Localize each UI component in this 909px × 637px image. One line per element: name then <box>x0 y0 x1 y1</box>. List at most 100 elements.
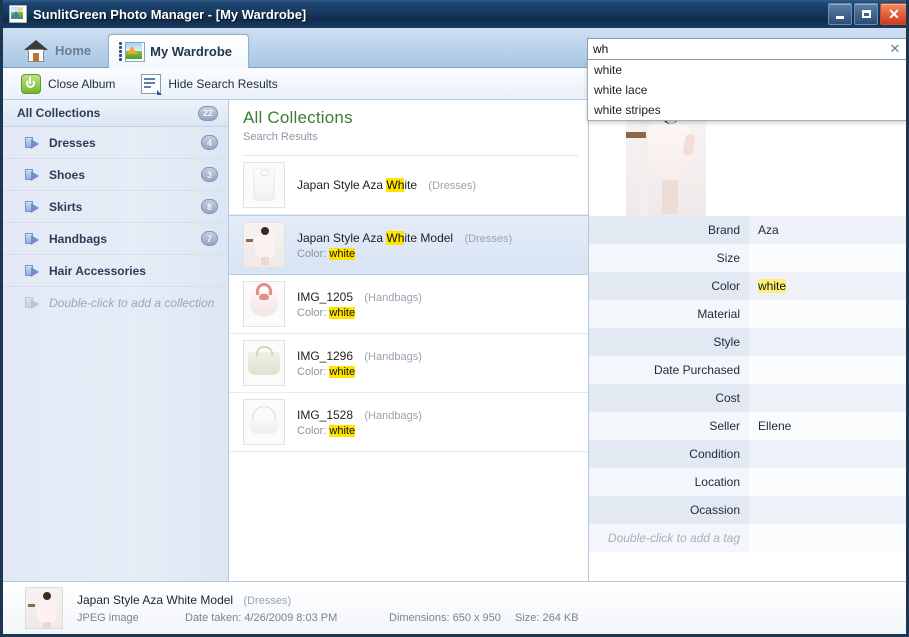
metadata-row-color[interactable]: Color white <box>589 272 906 300</box>
sidebar-item-count: 8 <box>201 199 218 214</box>
metadata-row-cost[interactable]: Cost <box>589 384 906 412</box>
close-button[interactable]: ✕ <box>880 3 906 25</box>
table-row[interactable]: Japan Style Aza White (Dresses) <box>229 156 588 215</box>
metadata-row-ocassion[interactable]: Ocassion <box>589 496 906 524</box>
close-album-label: Close Album <box>48 76 116 91</box>
table-row[interactable]: Japan Style Aza White Model (Dresses) Co… <box>229 215 588 275</box>
maximize-button[interactable] <box>854 3 878 25</box>
metadata-value[interactable]: Ellene <box>749 412 906 440</box>
status-size: Size: 264 KB <box>515 611 579 624</box>
sidebar-item-handbags[interactable]: Handbags 7 <box>3 223 228 255</box>
metadata-row-location[interactable]: Location <box>589 468 906 496</box>
hide-search-results-button[interactable]: Hide Search Results <box>141 73 278 95</box>
metadata-value[interactable] <box>749 328 906 356</box>
search-box[interactable]: ✕ <box>587 38 906 60</box>
add-tag-row[interactable]: Double-click to add a tag <box>589 524 906 552</box>
sidebar-item-label: Hair Accessories <box>49 263 146 278</box>
collection-icon <box>25 200 40 214</box>
table-row[interactable]: IMG_1205 (Handbags) Color: white <box>229 275 588 334</box>
power-icon <box>21 73 41 94</box>
metadata-value[interactable] <box>749 244 906 272</box>
result-name-post: ite Model <box>404 230 454 245</box>
add-collection-placeholder[interactable]: Double-click to add a collection <box>3 287 228 318</box>
results-header: All Collections Search Results <box>229 100 588 147</box>
metadata-row-style[interactable]: Style <box>589 328 906 356</box>
status-bar: Japan Style Aza White Model (Dresses) JP… <box>3 581 906 634</box>
sidebar-all-collections-count: 22 <box>197 105 218 121</box>
thumbnail <box>243 162 285 208</box>
metadata-row-material[interactable]: Material <box>589 300 906 328</box>
clear-search-icon[interactable]: ✕ <box>888 41 902 56</box>
status-thumbnail <box>25 587 63 629</box>
sidebar-item-hair-accessories[interactable]: Hair Accessories <box>3 255 228 287</box>
result-detail-label: Color: <box>297 365 330 378</box>
collection-icon <box>25 296 40 310</box>
collection-icon <box>25 264 40 278</box>
table-row[interactable]: IMG_1296 (Handbags) Color: white <box>229 334 588 393</box>
metadata-label: Ocassion <box>689 503 740 517</box>
sidebar-item-dresses[interactable]: Dresses 4 <box>3 127 228 159</box>
collections-sidebar: All Collections 22 Dresses 4 Shoes 3 Ski… <box>3 100 229 581</box>
tab-home-label: Home <box>55 43 92 58</box>
metadata-value[interactable] <box>749 440 906 468</box>
sidebar-item-label: Handbags <box>49 231 108 246</box>
result-detail-highlight: white <box>329 306 356 319</box>
search-input[interactable] <box>593 40 888 58</box>
metadata-label: Style <box>713 335 740 349</box>
metadata-value[interactable] <box>749 496 906 524</box>
result-category: (Handbags) <box>364 291 422 304</box>
status-name: Japan Style Aza White Model <box>77 592 234 607</box>
metadata-row-size[interactable]: Size <box>589 244 906 272</box>
list-icon <box>141 73 163 95</box>
close-album-button[interactable]: Close Album <box>21 73 116 94</box>
metadata-value[interactable]: Aza <box>749 216 906 244</box>
thumbnail <box>243 399 285 445</box>
home-icon <box>24 39 48 62</box>
metadata-label: Cost <box>715 391 740 405</box>
sidebar-item-all-collections[interactable]: All Collections 22 <box>3 100 228 127</box>
metadata-row-brand[interactable]: Brand Aza <box>589 216 906 244</box>
result-category: (Handbags) <box>364 409 422 422</box>
metadata-value[interactable] <box>749 468 906 496</box>
metadata-label: Brand <box>707 223 740 237</box>
metadata-label: Date Purchased <box>653 363 740 377</box>
metadata-row-seller[interactable]: Seller Ellene <box>589 412 906 440</box>
metadata-value[interactable] <box>749 356 906 384</box>
sidebar-item-count: 7 <box>201 231 218 246</box>
result-category: (Dresses) <box>464 232 513 245</box>
window-title: SunlitGreen Photo Manager - [My Wardrobe… <box>33 6 307 22</box>
search-results-panel: All Collections Search Results Japan Sty… <box>229 100 589 581</box>
metadata-label: Seller <box>709 419 740 433</box>
result-name-pre: Japan Style Aza <box>297 178 387 192</box>
tab-my-wardrobe[interactable]: My Wardrobe <box>108 34 249 68</box>
metadata-row-date-purchased[interactable]: Date Purchased <box>589 356 906 384</box>
suggestion-item[interactable]: white <box>588 60 906 80</box>
tab-my-wardrobe-label: My Wardrobe <box>150 44 232 59</box>
result-detail-label: Color: <box>297 247 330 260</box>
suggestion-item[interactable]: white lace <box>588 80 906 100</box>
result-name-pre: Japan Style Aza <box>297 230 387 245</box>
tab-home[interactable]: Home <box>13 33 108 67</box>
add-collection-label: Double-click to add a collection <box>49 295 215 310</box>
page-title: All Collections <box>243 108 353 127</box>
add-tag-label: Double-click to add a tag <box>607 531 740 545</box>
sidebar-item-skirts[interactable]: Skirts 8 <box>3 191 228 223</box>
sidebar-item-shoes[interactable]: Shoes 3 <box>3 159 228 191</box>
minimize-button[interactable] <box>828 3 852 25</box>
sidebar-item-count: 3 <box>201 167 218 182</box>
metadata-value[interactable] <box>749 300 906 328</box>
metadata-value[interactable]: white <box>749 272 906 300</box>
result-detail-highlight: white <box>329 424 356 437</box>
add-tag-value[interactable] <box>749 524 906 552</box>
metadata-row-condition[interactable]: Condition <box>589 440 906 468</box>
metadata-label: Size <box>716 251 740 265</box>
window-controls: ✕ <box>828 3 906 25</box>
result-detail-label: Color: <box>297 424 330 437</box>
thumbnail <box>243 340 285 386</box>
metadata-value[interactable] <box>749 384 906 412</box>
metadata-label: Material <box>697 307 740 321</box>
table-row[interactable]: IMG_1528 (Handbags) Color: white <box>229 393 588 452</box>
suggestion-item[interactable]: white stripes <box>588 100 906 120</box>
status-dimensions: Dimensions: 650 x 950 <box>389 611 501 624</box>
search-suggestions-dropdown: white white lace white stripes <box>587 60 906 121</box>
